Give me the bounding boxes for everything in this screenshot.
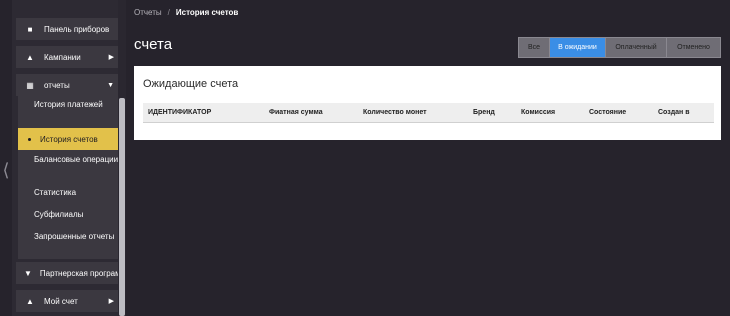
submenu-item-label: История счетов bbox=[40, 134, 98, 144]
column-header-created-at[interactable]: Создан в bbox=[658, 109, 690, 116]
chevron-right-icon: ▶ bbox=[108, 54, 114, 61]
sidebar-item-label: Мой счет bbox=[44, 296, 78, 306]
collapse-sidebar-handle[interactable]: ⟨ bbox=[0, 150, 12, 190]
reports-icon: ▦ bbox=[26, 80, 34, 90]
chevron-left-icon: ⟨ bbox=[2, 159, 10, 180]
table-header: ИДЕНТИФИКАТОР Фиатная сумма Количество м… bbox=[143, 103, 714, 123]
account-icon: ▲ bbox=[26, 296, 34, 306]
column-header-coin-amount[interactable]: Количество монет bbox=[363, 109, 427, 116]
sidebar-item-my-account[interactable]: ▲ Мой счет ▶ bbox=[16, 290, 122, 312]
filter-cancelled-button[interactable]: Отменено bbox=[667, 38, 720, 57]
chevron-down-icon: ▼ bbox=[107, 81, 114, 89]
sidebar: ■ Панель приборов ▲ Кампании ▶ ▦ отчеты … bbox=[12, 0, 126, 316]
column-header-id[interactable]: ИДЕНТИФИКАТОР bbox=[148, 109, 211, 116]
card-title: Ожидающие счета bbox=[143, 78, 239, 90]
column-header-fiat-amount[interactable]: Фиатная сумма bbox=[269, 109, 323, 116]
sidebar-item-label: Панель приборов bbox=[44, 24, 110, 34]
column-header-status[interactable]: Состояние bbox=[589, 109, 626, 116]
submenu-item-invoice-history[interactable]: История счетов bbox=[18, 128, 122, 150]
folder-icon: ■ bbox=[27, 24, 33, 34]
sidebar-item-campaigns[interactable]: ▲ Кампании ▶ bbox=[16, 46, 122, 68]
breadcrumb: Отчеты / История счетов bbox=[134, 8, 238, 17]
pending-invoices-card: Ожидающие счета ИДЕНТИФИКАТОР Фиатная су… bbox=[134, 66, 721, 140]
filter-all-button[interactable]: Все bbox=[519, 38, 550, 57]
sidebar-item-label: Партнерская программа bbox=[39, 268, 122, 278]
submenu-item-balance-operations[interactable]: Балансовые операции bbox=[18, 154, 122, 165]
submenu-item-requested-reports[interactable]: Запрошенные отчеты bbox=[18, 231, 122, 242]
submenu-item-statistics[interactable]: Статистика bbox=[18, 187, 122, 198]
column-header-commission[interactable]: Комиссия bbox=[521, 109, 555, 116]
sidebar-item-dashboard[interactable]: ■ Панель приборов bbox=[16, 18, 122, 40]
breadcrumb-parent-link[interactable]: Отчеты bbox=[134, 8, 162, 17]
sidebar-item-label: Кампании bbox=[44, 52, 81, 62]
filter-pending-button[interactable]: В ожидании bbox=[550, 38, 606, 57]
partner-program-icon: ▼ bbox=[24, 268, 32, 278]
breadcrumb-current: История счетов bbox=[175, 8, 239, 17]
status-filter-group: Все В ожидании Оплаченный Отменено bbox=[518, 37, 721, 58]
breadcrumb-separator: / bbox=[167, 8, 170, 17]
sidebar-scrollbar-thumb[interactable] bbox=[119, 98, 125, 316]
column-header-brand[interactable]: Бренд bbox=[473, 109, 495, 116]
filter-paid-button[interactable]: Оплаченный bbox=[606, 38, 667, 57]
chevron-right-icon: ▶ bbox=[108, 298, 114, 305]
page-title: счета bbox=[134, 36, 173, 53]
campaigns-icon: ▲ bbox=[26, 52, 34, 62]
active-dot-icon bbox=[28, 137, 31, 141]
reports-submenu: История платежей История счетов Балансов… bbox=[18, 91, 122, 259]
sidebar-item-partner-program[interactable]: ▼ Партнерская программа bbox=[16, 262, 122, 284]
sidebar-item-label: отчеты bbox=[44, 80, 70, 90]
submenu-item-subaffiliates[interactable]: Субфилиалы bbox=[18, 209, 122, 220]
submenu-item-payment-history[interactable]: История платежей bbox=[18, 99, 122, 110]
